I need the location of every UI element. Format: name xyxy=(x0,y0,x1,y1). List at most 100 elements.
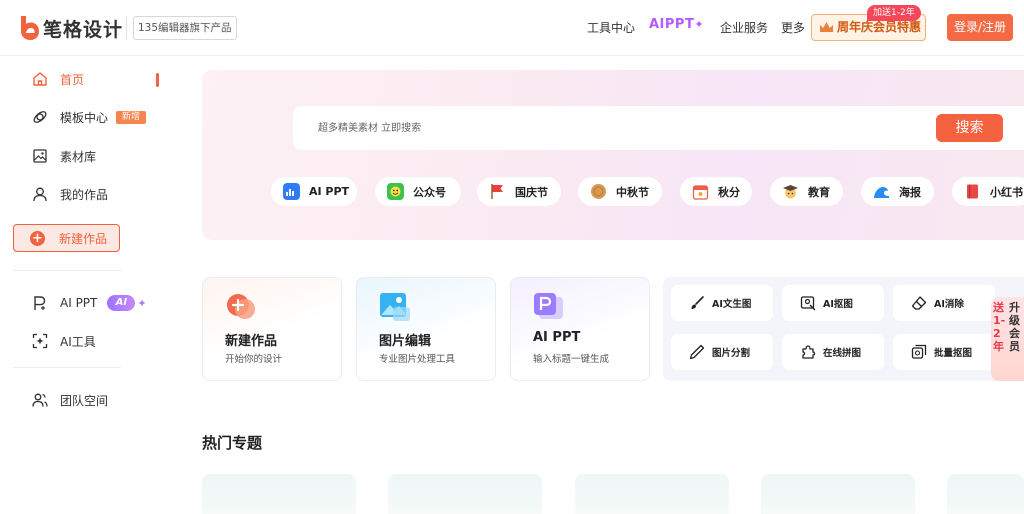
card-title: AI PPT xyxy=(533,330,581,345)
tool-ai-text-to-image[interactable]: AI文生图 xyxy=(671,285,773,321)
card-new-work[interactable]: 新建作品 开始你的设计 xyxy=(202,277,342,381)
sidebar-item-label: 模板中心 xyxy=(60,110,109,125)
sidebar-item-label: 首页 xyxy=(60,72,85,87)
tool-online-collage[interactable]: 在线拼图 xyxy=(782,334,884,370)
wechat-icon xyxy=(387,183,404,200)
logo-divider xyxy=(126,16,127,40)
nav-enterprise[interactable]: 企业服务 xyxy=(720,19,768,36)
search-input[interactable] xyxy=(318,118,818,138)
category-label: 中秋节 xyxy=(616,185,649,199)
wave-icon xyxy=(874,187,889,198)
sidebar-item-label: AI PPT xyxy=(60,296,98,310)
floating-vip-promo[interactable]: 送1-2年 升级会员 xyxy=(991,297,1024,381)
nav-more[interactable]: 更多 xyxy=(781,19,805,36)
ai-tool-icon xyxy=(32,333,48,349)
sidebar-item-label: 我的作品 xyxy=(60,187,109,202)
template-icon xyxy=(33,111,47,123)
category-label: 小红书 xyxy=(990,185,1023,199)
logo-text: 笔格设计 xyxy=(43,18,124,41)
category-label: 国庆节 xyxy=(515,185,548,199)
category-label: 教育 xyxy=(808,185,830,199)
card-subtitle: 专业图片处理工具 xyxy=(379,354,456,365)
category-label: 秋分 xyxy=(718,185,740,199)
sidebar-item-ai-tools[interactable]: AI工具 xyxy=(13,327,161,355)
top-header: 笔格设计 135编辑器旗下产品 工具中心 AIPPT✦ 企业服务 更多 周年庆会… xyxy=(0,0,1024,56)
sidebar-item-my-works[interactable]: 我的作品 xyxy=(13,180,161,208)
category-chip-education[interactable]: 教育 xyxy=(770,177,843,206)
sidebar-item-team-space[interactable]: 团队空间 xyxy=(13,386,161,414)
new-work-label: 新建作品 xyxy=(59,231,108,246)
new-work-button[interactable]: + 新建作品 xyxy=(13,224,120,252)
card-ai-ppt[interactable]: AI PPT 输入标题一键生成 xyxy=(510,277,650,381)
tool-batch-cutout[interactable]: 批量抠图 xyxy=(893,334,995,370)
category-label: 公众号 xyxy=(413,185,446,199)
category-chip-ai-ppt[interactable]: AI PPT xyxy=(271,177,357,206)
tool-ai-cutout[interactable]: AI抠图 xyxy=(782,285,884,321)
hot-topic-card[interactable] xyxy=(388,474,542,514)
category-chip-wechat[interactable]: 公众号 xyxy=(375,177,461,206)
hot-topic-card[interactable] xyxy=(202,474,356,514)
sidebar-item-label: AI工具 xyxy=(60,334,96,349)
flag-icon xyxy=(491,184,503,199)
category-chip-national-day[interactable]: 国庆节 xyxy=(477,177,561,206)
card-subtitle: 输入标题一键生成 xyxy=(533,354,610,365)
hot-topic-card[interactable] xyxy=(947,474,1024,514)
tool-label: AI消除 xyxy=(934,299,964,310)
sparkle-icon: ✦ xyxy=(694,18,705,31)
tool-label: AI抠图 xyxy=(823,299,853,310)
new-badge: 新增 xyxy=(116,110,147,124)
category-label: 海报 xyxy=(899,185,921,199)
nav-aippt[interactable]: AIPPT✦ xyxy=(649,17,704,32)
mooncake-icon xyxy=(591,184,606,199)
calendar-icon xyxy=(692,185,709,200)
logo[interactable]: 笔格设计 xyxy=(18,12,123,44)
team-icon xyxy=(32,393,48,407)
nav-aippt-label: AIPPT xyxy=(649,17,695,32)
sidebar-divider xyxy=(13,367,121,368)
tool-ai-erase[interactable]: AI消除 xyxy=(893,285,995,321)
eraser-icon xyxy=(911,296,927,310)
cutout-icon xyxy=(800,296,816,311)
card-title: 新建作品 xyxy=(225,334,278,349)
promo-text-gift: 送1-2年 xyxy=(993,301,1006,353)
sidebar-item-label: 团队空间 xyxy=(60,393,109,408)
category-chip-poster[interactable]: 海报 xyxy=(861,177,934,206)
hot-topic-card[interactable] xyxy=(761,474,915,514)
home-icon xyxy=(33,72,47,86)
graduation-icon xyxy=(783,185,798,199)
category-label: AI PPT xyxy=(309,185,350,198)
sidebar-item-templates[interactable]: 模板中心 新增 xyxy=(13,103,161,131)
hot-topic-card[interactable] xyxy=(575,474,729,514)
tool-label: AI文生图 xyxy=(712,299,752,310)
search-button[interactable]: 搜索 xyxy=(936,114,1003,142)
promo-text-upgrade: 升级会员 xyxy=(1009,301,1020,353)
card-subtitle: 开始你的设计 xyxy=(225,354,283,365)
sidebar-item-ai-ppt[interactable]: AI PPT AI ✦ xyxy=(13,289,161,317)
crown-icon xyxy=(820,22,833,32)
category-chip-mid-autumn[interactable]: 中秋节 xyxy=(578,177,662,206)
ppt-p-icon xyxy=(34,296,46,310)
create-icon xyxy=(227,294,255,319)
category-chip-autumn-equinox[interactable]: 秋分 xyxy=(680,177,752,206)
photo-edit-icon xyxy=(380,293,410,321)
pen-icon xyxy=(689,344,705,360)
user-icon xyxy=(33,187,47,202)
image-icon xyxy=(33,149,47,163)
sidebar-item-home[interactable]: 首页 xyxy=(13,65,161,93)
book-icon xyxy=(967,184,978,199)
tool-image-split[interactable]: 图片分割 xyxy=(671,334,773,370)
logo-tagline: 135编辑器旗下产品 xyxy=(133,16,237,40)
login-register-button[interactable]: 登录/注册 xyxy=(947,14,1013,41)
vip-extra-badge: 加送1-2年 xyxy=(867,5,921,21)
active-indicator xyxy=(156,73,159,87)
nav-tools-center[interactable]: 工具中心 xyxy=(587,19,635,36)
category-chip-xiaohongshu[interactable]: 小红书 xyxy=(952,177,1024,206)
card-photo-edit[interactable]: 图片编辑 专业图片处理工具 xyxy=(356,277,496,381)
puzzle-icon xyxy=(802,345,816,359)
tool-label: 图片分割 xyxy=(712,348,751,359)
batch-cutout-icon xyxy=(911,344,927,359)
ai-ppt-icon xyxy=(534,293,563,319)
plus-icon: + xyxy=(30,230,45,246)
sparkle-icon: ✦ xyxy=(137,296,147,310)
sidebar-item-materials[interactable]: 素材库 xyxy=(13,142,161,170)
